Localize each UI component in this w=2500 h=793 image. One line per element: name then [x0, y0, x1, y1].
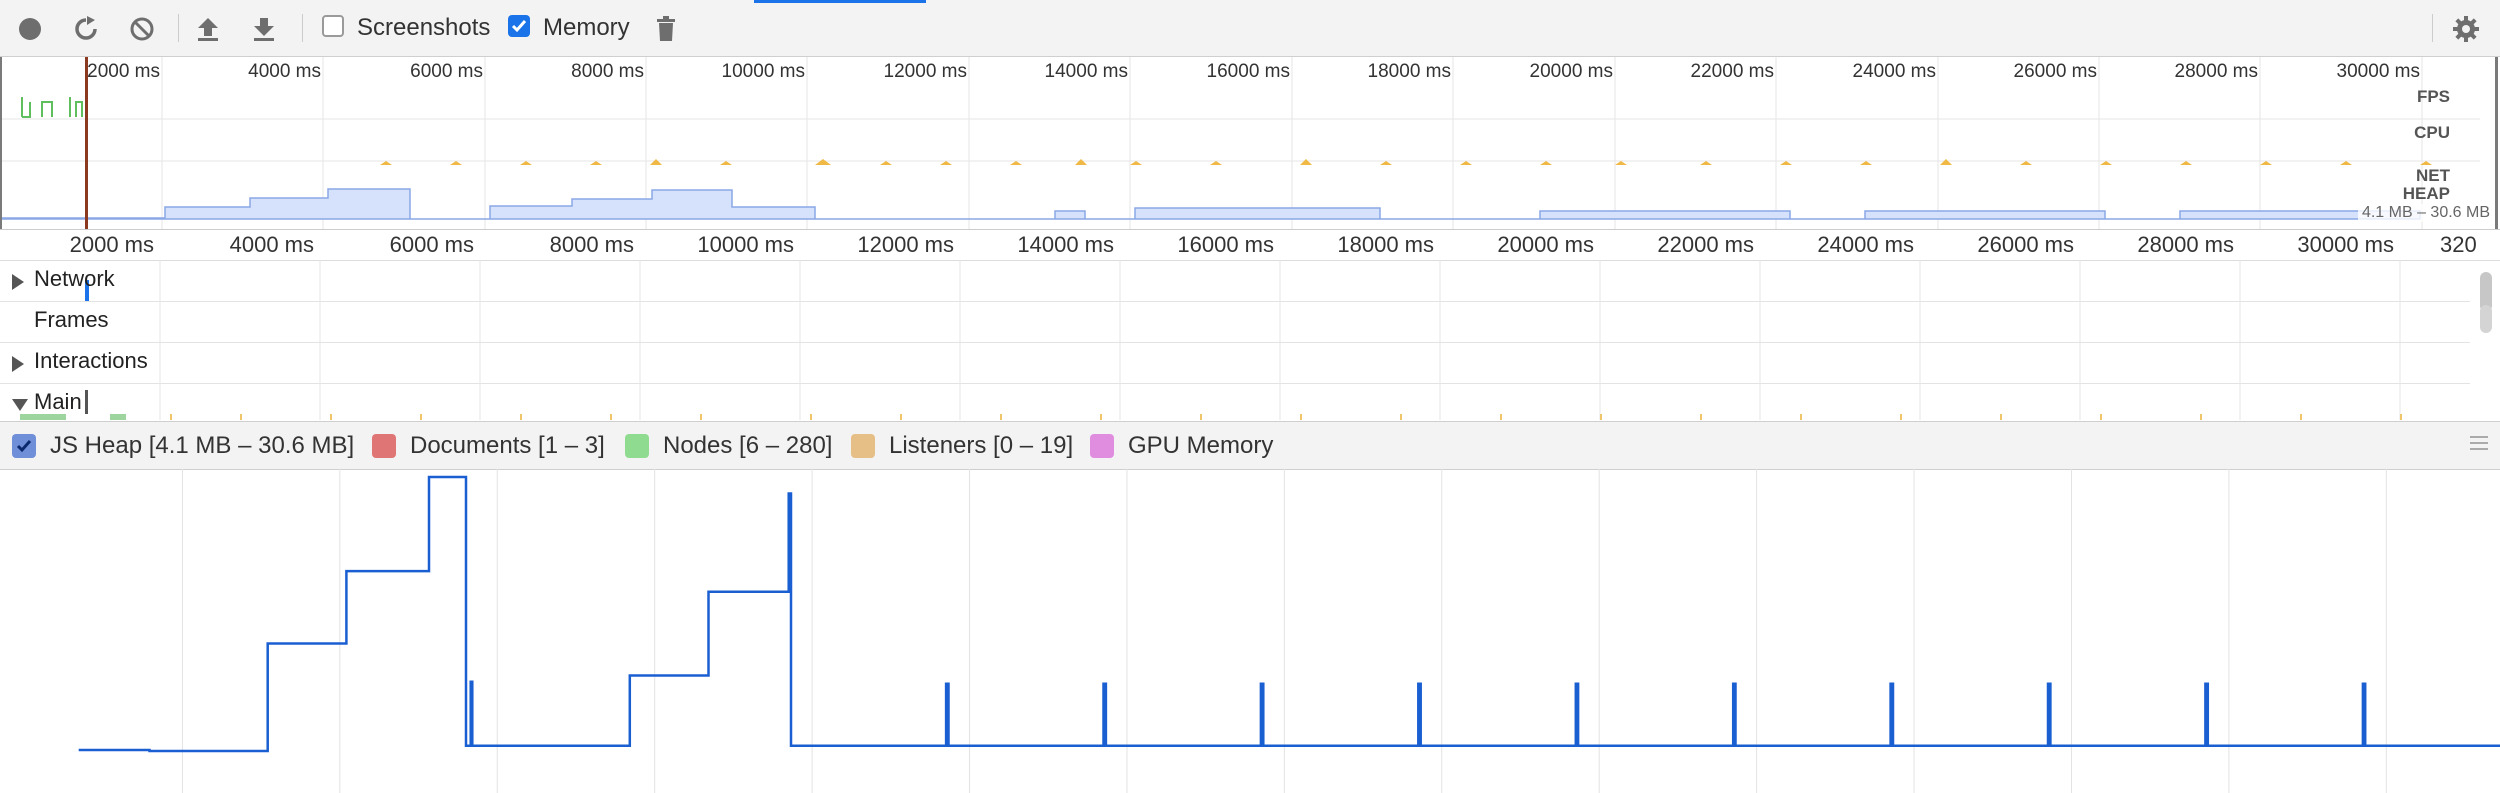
ruler-tick: 28000 ms: [2137, 232, 2234, 257]
reload-icon: [75, 16, 97, 40]
interactions-track[interactable]: Interactions: [0, 342, 2470, 384]
network-track[interactable]: Network: [0, 260, 2470, 302]
gpu-memory-checkbox[interactable]: [1090, 434, 1114, 458]
save-profile-button[interactable]: [246, 12, 282, 46]
overview-tick: 10000 ms: [721, 61, 805, 82]
track-label-network[interactable]: Network: [34, 266, 115, 292]
overview-tick: 26000 ms: [2013, 61, 2097, 82]
heap-range-label: 4.1 MB – 30.6 MB: [2357, 204, 2494, 222]
expand-arrow-icon[interactable]: [12, 356, 24, 372]
memory-label[interactable]: Memory: [543, 14, 630, 42]
drag-handle-icon[interactable]: [2470, 436, 2488, 450]
overview-left-handle[interactable]: [0, 57, 2, 229]
fps-lane-label: FPS: [2416, 87, 2450, 106]
reload-record-button[interactable]: [68, 12, 104, 46]
download-icon: [254, 18, 274, 41]
ruler-tick: 2000 ms: [69, 232, 154, 257]
tracks-scrollbar-thumb-2[interactable]: [2480, 305, 2492, 333]
memory-checkbox[interactable]: [508, 15, 530, 37]
js-heap-series-line: [78, 475, 2500, 753]
track-label-interactions[interactable]: Interactions: [34, 348, 148, 374]
overview-tick: 4000 ms: [248, 61, 321, 82]
screenshots-label[interactable]: Screenshots: [357, 14, 490, 42]
listeners-checkbox[interactable]: [851, 434, 875, 458]
overview-tick: 8000 ms: [571, 61, 644, 82]
heap-lane-label: HEAP: [2402, 184, 2450, 203]
track-label-main[interactable]: Main: [34, 389, 82, 415]
overview-tick: 6000 ms: [410, 61, 483, 82]
ruler-tick: 22000 ms: [1657, 232, 1754, 257]
documents-checkbox[interactable]: [372, 434, 396, 458]
performance-toolbar: Screenshots Memory: [0, 0, 2500, 57]
overview-tick: 24000 ms: [1852, 61, 1936, 82]
overview-tick: 14000 ms: [1044, 61, 1128, 82]
overview-tick: 16000 ms: [1206, 61, 1290, 82]
overview-tick: 12000 ms: [883, 61, 967, 82]
counter-label: GPU Memory: [1128, 432, 1274, 459]
ruler-tick: 20000 ms: [1497, 232, 1594, 257]
collapse-arrow-icon[interactable]: [12, 399, 28, 411]
nodes-checkbox[interactable]: [625, 434, 649, 458]
ruler-tick: 26000 ms: [1977, 232, 2074, 257]
cpu-lane-label: CPU: [2414, 123, 2450, 142]
counter-documents[interactable]: Documents [1 – 3]: [372, 432, 605, 460]
ruler-tick: 10000 ms: [697, 232, 794, 257]
overview-tick: 20000 ms: [1529, 61, 1613, 82]
tracks-area: Network Frames Interactions Main: [0, 260, 2500, 420]
ruler-tick: 12000 ms: [857, 232, 954, 257]
counter-nodes[interactable]: Nodes [6 – 280]: [625, 432, 832, 460]
counter-label: Nodes [6 – 280]: [663, 432, 833, 459]
capture-settings-button[interactable]: [2448, 12, 2484, 46]
screenshots-checkbox[interactable]: [322, 15, 344, 37]
active-tab-indicator: [754, 0, 926, 3]
timeline-overview[interactable]: 2000 ms 4000 ms 6000 ms 8000 ms 10000 ms…: [0, 57, 2500, 230]
frames-track[interactable]: Frames: [0, 301, 2470, 343]
counter-label: Documents [1 – 3]: [410, 432, 605, 459]
overview-tick: 22000 ms: [1690, 61, 1774, 82]
ruler-tick: 30000 ms: [2297, 232, 2394, 257]
gear-icon: [2453, 16, 2479, 42]
overview-tick: 18000 ms: [1367, 61, 1451, 82]
record-icon: [19, 18, 41, 40]
clear-icon: [130, 17, 154, 41]
ruler-tick: 18000 ms: [1337, 232, 1434, 257]
collect-garbage-button[interactable]: [648, 12, 684, 46]
main-track[interactable]: Main: [0, 383, 2470, 424]
overview-right-handle[interactable]: [2495, 57, 2498, 229]
ruler-tick: 14000 ms: [1017, 232, 1114, 257]
clear-button[interactable]: [124, 12, 160, 46]
counter-gpu-memory[interactable]: GPU Memory: [1090, 432, 1273, 460]
timeline-ruler: 2000 ms 4000 ms 6000 ms 8000 ms 10000 ms…: [0, 230, 2500, 261]
record-button[interactable]: [12, 12, 48, 46]
expand-arrow-icon[interactable]: [12, 274, 24, 290]
counter-listeners[interactable]: Listeners [0 – 19]: [851, 432, 1073, 460]
overview-tick: 2000 ms: [87, 61, 160, 82]
overview-tick: 30000 ms: [2336, 61, 2420, 82]
memory-graph[interactable]: [0, 469, 2500, 793]
memory-counters-bar: JS Heap [4.1 MB – 30.6 MB] Documents [1 …: [0, 421, 2500, 470]
ruler-tick: 8000 ms: [549, 232, 634, 257]
checkmark-icon: [16, 440, 32, 453]
ruler-tick: 4000 ms: [229, 232, 314, 257]
net-lane-label: NET: [2416, 166, 2450, 185]
overview-tick: 28000 ms: [2174, 61, 2258, 82]
counter-label: Listeners [0 – 19]: [889, 432, 1074, 459]
js-heap-checkbox[interactable]: [12, 434, 36, 458]
upload-icon: [198, 18, 218, 41]
ruler-tick: 16000 ms: [1177, 232, 1274, 257]
ruler-tick: 6000 ms: [389, 232, 474, 257]
counter-js-heap[interactable]: JS Heap [4.1 MB – 30.6 MB]: [12, 432, 354, 460]
ruler-tick: 320: [2440, 232, 2477, 257]
ruler-tick: 24000 ms: [1817, 232, 1914, 257]
checkmark-icon: [511, 20, 527, 33]
track-label-frames[interactable]: Frames: [34, 307, 109, 333]
load-profile-button[interactable]: [190, 12, 226, 46]
counter-label: JS Heap [4.1 MB – 30.6 MB]: [50, 432, 355, 459]
trash-icon: [657, 16, 675, 41]
